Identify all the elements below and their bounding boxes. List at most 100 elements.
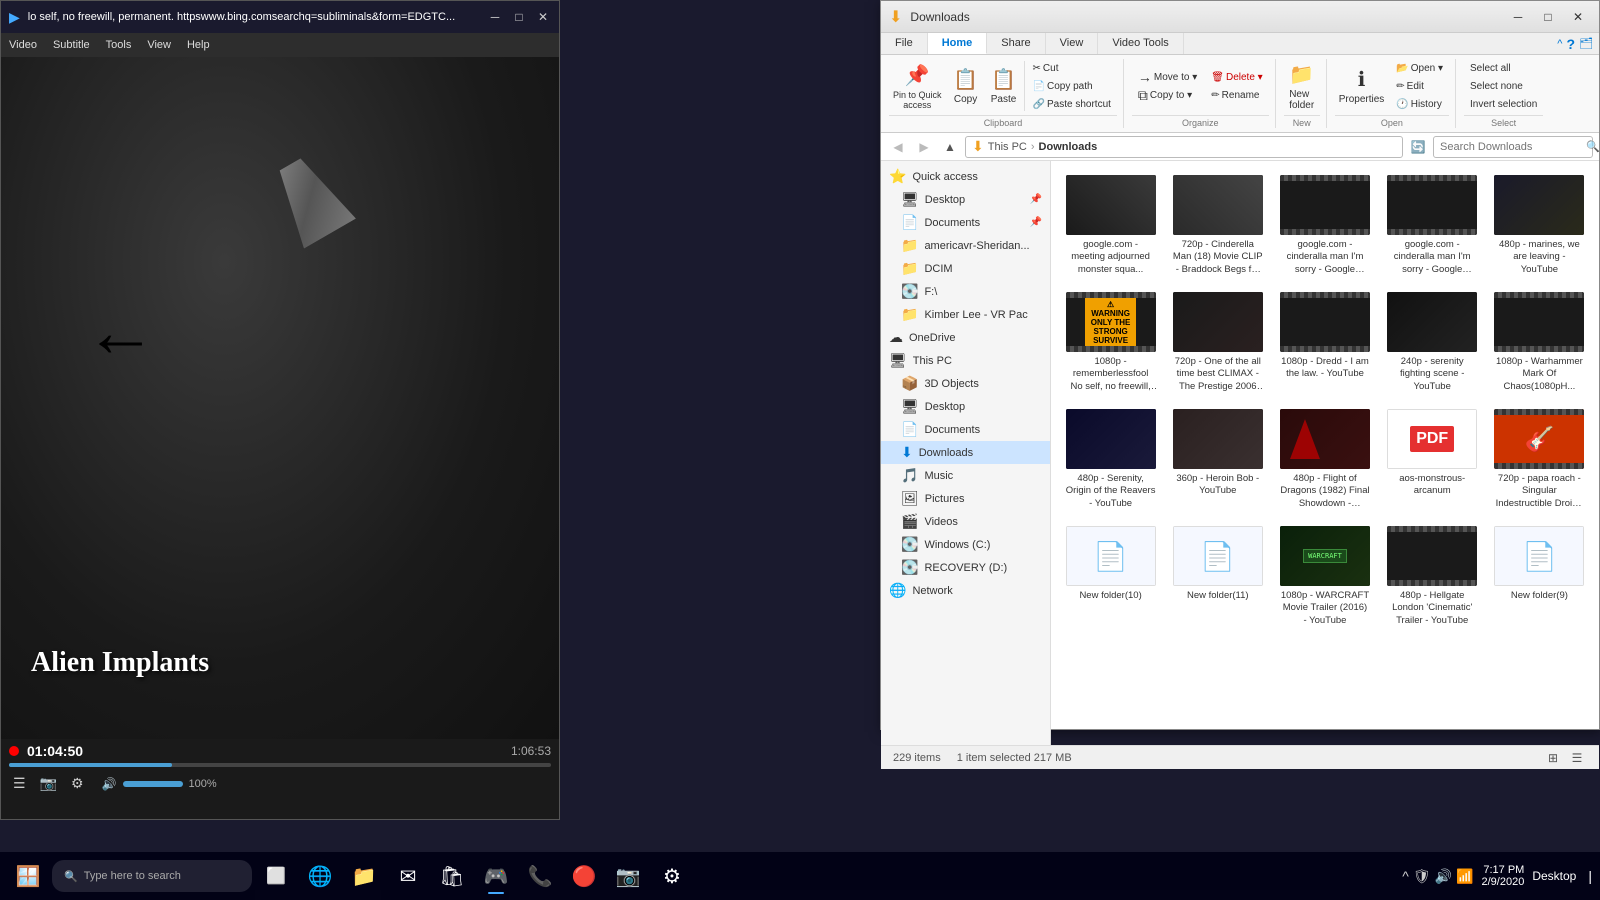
file-item-warhammer[interactable]: 1080p - Warhammer Mark Of Chaos(1080pH..… [1488,286,1591,399]
file-item-prestige[interactable]: 720p - One of the all time best CLIMAX -… [1166,286,1269,399]
large-icons-view-btn[interactable]: ⊞ [1543,748,1563,768]
tray-volume-icon[interactable]: 🔊 [1435,868,1452,885]
explorer-close-btn[interactable]: ✕ [1565,7,1591,27]
explorer-minimize-btn[interactable]: ─ [1505,7,1531,27]
tab-share[interactable]: Share [987,33,1045,54]
file-item-new-folder-10[interactable]: 📄 New folder(10) [1059,520,1162,633]
sidebar-item-americavr[interactable]: 📁 americavr-Sheridan... [881,234,1050,257]
list-view-btn[interactable]: ☰ [9,773,30,794]
file-item-warcraft[interactable]: WARCRAFT 1080p - WARCRAFT Movie Trailer … [1273,520,1376,633]
invert-selection-btn[interactable]: Invert selection [1464,95,1543,113]
tray-expand-btn[interactable]: ^ [1402,868,1409,884]
details-view-btn[interactable]: ☰ [1567,748,1587,768]
sidebar-item-documents[interactable]: 📄 Documents 📌 [881,211,1050,234]
sidebar-item-pictures[interactable]: 🖼 Pictures [881,487,1050,510]
settings-btn[interactable]: ⚙ [67,773,88,794]
file-item-serenity-reavers[interactable]: 480p - Serenity, Origin of the Reavers -… [1059,403,1162,516]
properties-btn[interactable]: ℹ Properties [1335,61,1389,111]
minimize-button[interactable]: ─ [487,9,503,25]
sidebar-item-desktop[interactable]: 🖥 Desktop 📌 [881,188,1050,211]
file-item-rememberlessfool[interactable]: ⚠WARNINGONLY THESTRONGSURVIVE 1080p - re… [1059,286,1162,399]
folder-btn[interactable]: 🗂 [1579,37,1593,50]
tab-view[interactable]: View [1046,33,1099,54]
search-input[interactable] [1440,141,1582,153]
start-button[interactable]: 🪟 [8,856,48,896]
file-item-google-cinderalla1[interactable]: google.com - cinderalla man I'm sorry - … [1273,169,1376,282]
screenshot-btn[interactable]: 📷 [36,773,61,794]
delete-btn[interactable]: 🗑 Delete ▾ [1205,68,1268,86]
volume-bar[interactable] [123,781,183,787]
select-none-btn[interactable]: Select none [1464,77,1543,95]
taskbar-explorer-btn[interactable]: 📁 [344,856,384,896]
close-button[interactable]: ✕ [535,9,551,25]
explorer-maximize-btn[interactable]: □ [1535,7,1561,27]
open-btn[interactable]: 📂 Open ▾ [1390,59,1449,77]
taskbar-edge-btn[interactable]: 🌐 [300,856,340,896]
select-all-btn[interactable]: Select all [1464,59,1543,77]
file-item-google-cinderalla2[interactable]: google.com - cinderalla man I'm sorry - … [1381,169,1484,282]
task-view-btn[interactable]: ⬜ [256,856,296,896]
menu-view[interactable]: View [147,39,171,51]
refresh-btn[interactable]: 🔄 [1407,136,1429,158]
sidebar-item-documents2[interactable]: 📄 Documents [881,418,1050,441]
taskbar-search-box[interactable]: 🔍 Type here to search [52,860,252,892]
file-item-cinderella-man[interactable]: 720p - Cinderella Man (18) Movie CLIP - … [1166,169,1269,282]
taskbar-store-btn[interactable]: 🛍 [432,856,472,896]
history-btn[interactable]: 🕐 History [1390,95,1449,113]
copy-to-btn[interactable]: ⧉ Copy to ▾ [1132,86,1203,104]
file-item-flight-dragons[interactable]: 480p - Flight of Dragons (1982) Final Sh… [1273,403,1376,516]
taskbar-settings-btn[interactable]: ⚙ [652,856,692,896]
taskbar-desktop-label[interactable]: Desktop [1532,869,1576,883]
taskbar-phone-btn[interactable]: 📞 [520,856,560,896]
copy-btn[interactable]: 📋 Copy [948,61,984,111]
file-item-papa-roach[interactable]: 🎸 720p - papa roach - Singular Indestruc… [1488,403,1591,516]
sidebar-item-3d-objects[interactable]: 📦 3D Objects [881,372,1050,395]
sidebar-item-this-pc[interactable]: 🖥 This PC [881,349,1050,372]
edit-btn[interactable]: ✏ Edit [1390,77,1449,95]
sidebar-item-dcim[interactable]: 📁 DCIM [881,257,1050,280]
up-btn[interactable]: ▲ [939,136,961,158]
forward-btn[interactable]: ▶ [913,136,935,158]
move-to-btn[interactable]: → Move to ▾ [1132,68,1203,86]
tray-network-icon[interactable]: 📶 [1456,868,1473,885]
sidebar-item-f-drive[interactable]: 💽 F:\ [881,280,1050,303]
file-item-hellgate[interactable]: 480p - Hellgate London 'Cinematic' Trail… [1381,520,1484,633]
file-item-new-folder-11[interactable]: 📄 New folder(11) [1166,520,1269,633]
pin-quick-access-btn[interactable]: 📌 Pin to Quickaccess [889,61,946,111]
sidebar-item-onedrive[interactable]: ☁ OneDrive [881,326,1050,349]
menu-video[interactable]: Video [9,39,37,51]
sidebar-item-videos[interactable]: 🎬 Videos [881,510,1050,533]
search-box[interactable]: 🔍 [1433,136,1593,158]
file-item-marines[interactable]: 480p - marines, we are leaving - YouTube [1488,169,1591,282]
sidebar-item-recovery-d[interactable]: 💽 RECOVERY (D:) [881,556,1050,579]
menu-tools[interactable]: Tools [106,39,132,51]
tab-home[interactable]: Home [928,33,988,54]
sidebar-item-kimber[interactable]: 📁 Kimber Lee - VR Pac [881,303,1050,326]
copy-path-btn[interactable]: 📄 Copy path [1027,77,1117,95]
sidebar-item-desktop2[interactable]: 🖥 Desktop [881,395,1050,418]
rename-btn[interactable]: ✏ Rename [1205,86,1268,104]
show-desktop-btn[interactable]: | [1588,868,1592,884]
maximize-button[interactable]: □ [511,9,527,25]
cut-btn[interactable]: ✂ Cut [1027,59,1117,77]
menu-help[interactable]: Help [187,39,210,51]
taskbar-unknown-btn[interactable]: 🔴 [564,856,604,896]
file-item-new-folder-9[interactable]: 📄 New folder(9) [1488,520,1591,633]
sidebar-item-music[interactable]: 🎵 Music [881,464,1050,487]
taskbar-mail-btn[interactable]: ✉ [388,856,428,896]
taskbar-clock[interactable]: 7:17 PM 2/9/2020 [1482,864,1525,888]
ribbon-collapse-btn[interactable]: ^ [1557,38,1562,50]
sidebar-item-windows-c[interactable]: 💽 Windows (C:) [881,533,1050,556]
help-btn[interactable]: ? [1566,36,1575,52]
sidebar-item-network[interactable]: 🌐 Network [881,579,1050,602]
taskbar-camera-btn[interactable]: 📷 [608,856,648,896]
file-item-heroin-bob[interactable]: 360p - Heroin Bob - YouTube [1166,403,1269,516]
taskbar-media-player-btn[interactable]: 🎮 [476,856,516,896]
video-progress-bar[interactable] [9,763,551,767]
file-item-google-meeting[interactable]: google.com - meeting adjourned monster s… [1059,169,1162,282]
file-item-aos-arcanum[interactable]: PDF aos-monstrous-arcanum [1381,403,1484,516]
breadcrumb-downloads[interactable]: Downloads [1039,141,1098,153]
tab-file[interactable]: File [881,33,928,54]
tab-video-tools[interactable]: Video Tools [1098,33,1183,54]
breadcrumb-this-pc[interactable]: This PC [988,141,1027,153]
